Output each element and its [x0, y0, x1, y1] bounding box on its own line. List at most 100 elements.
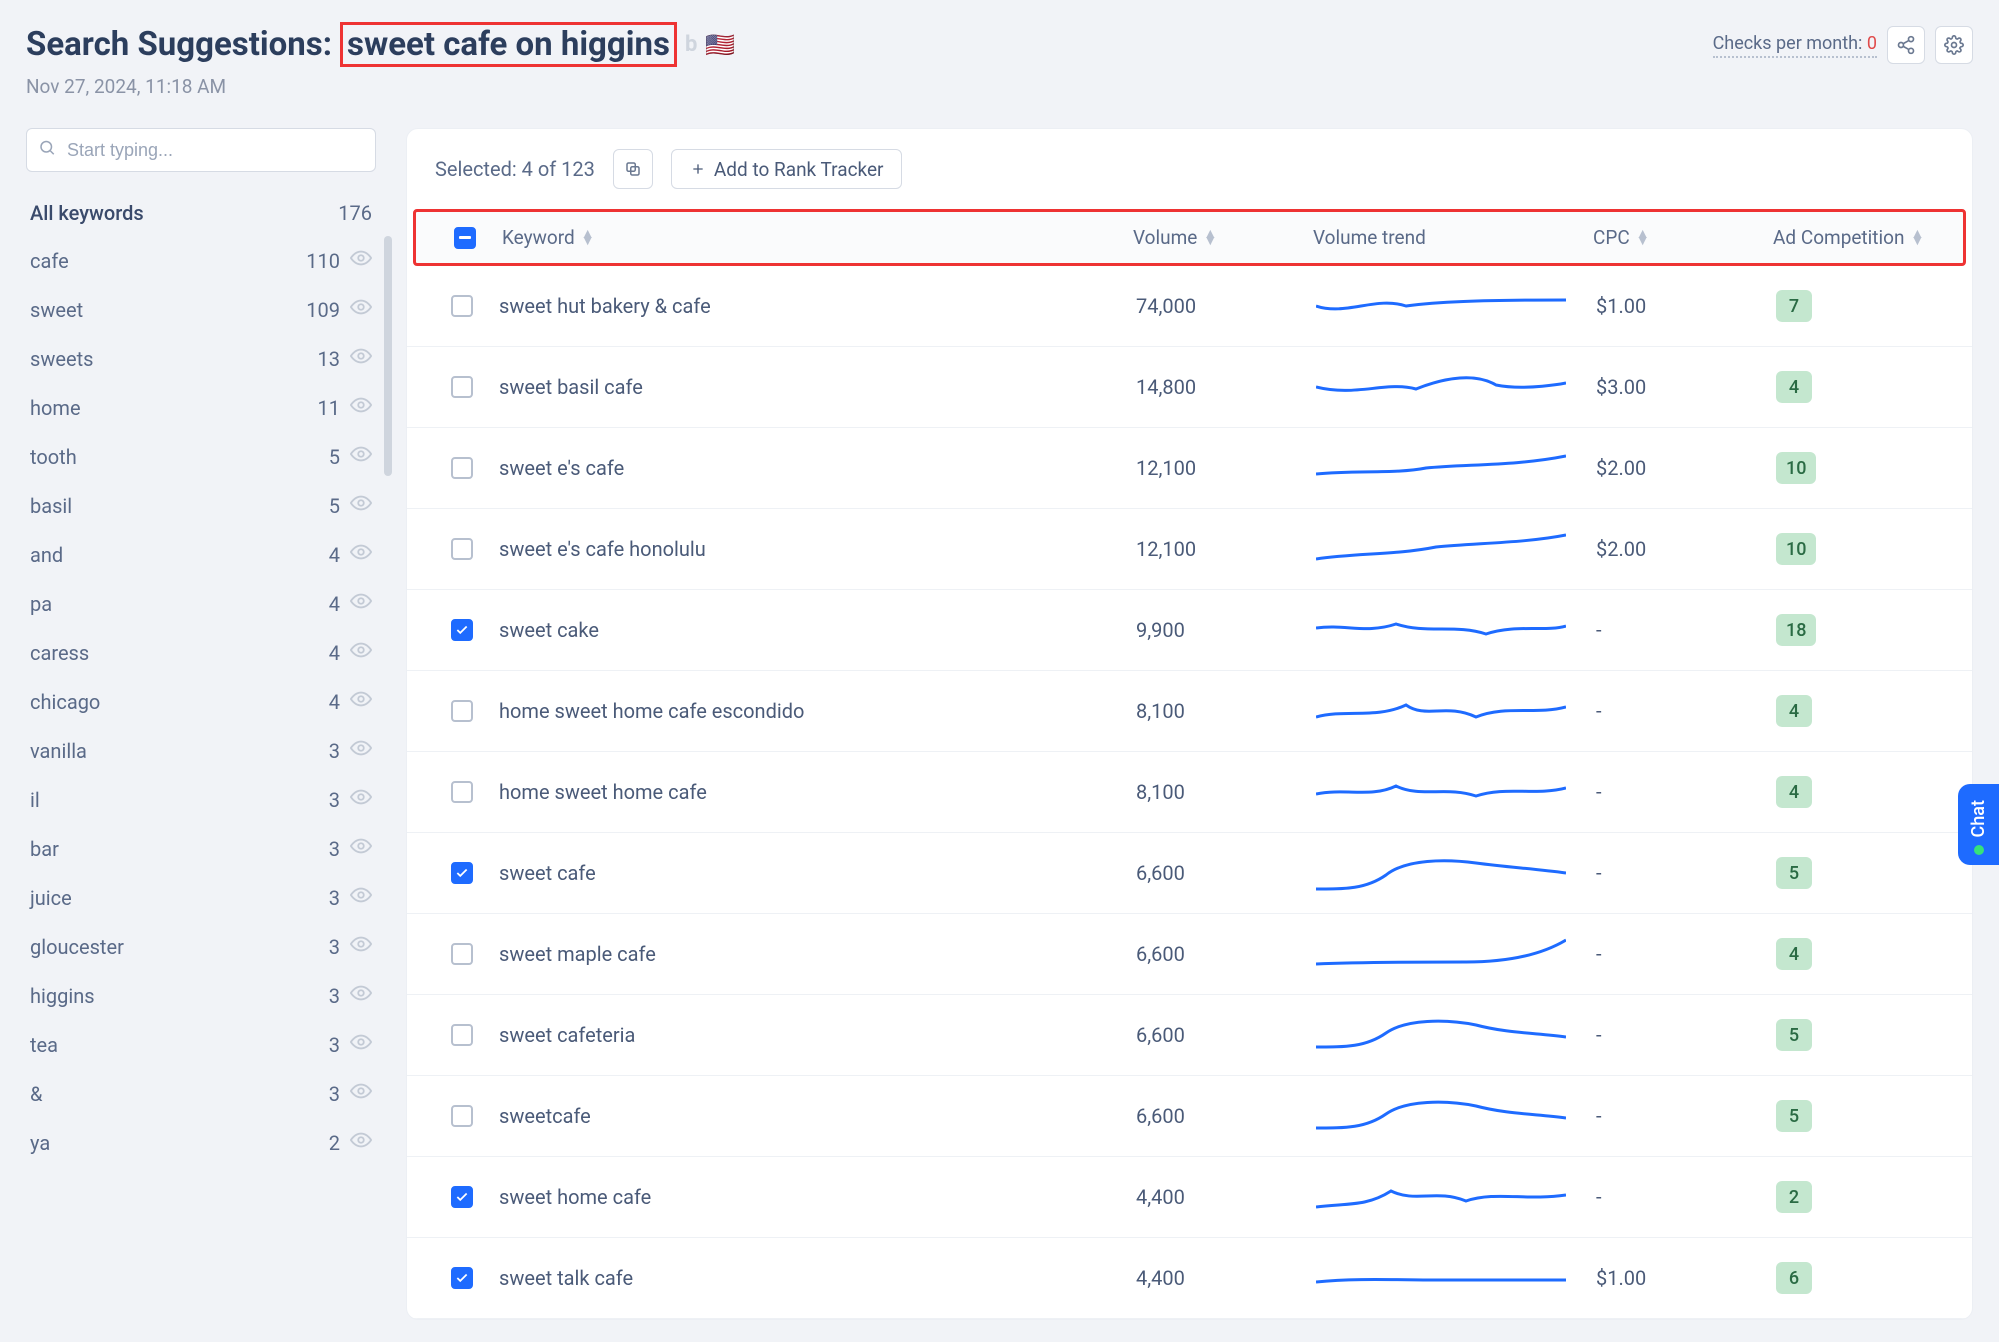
eye-icon[interactable]	[350, 737, 372, 764]
th-ad-competition[interactable]: Ad Competition	[1773, 226, 1904, 249]
filter-count: 13	[310, 347, 340, 371]
page-title-prefix: Search Suggestions:	[26, 25, 332, 64]
select-all-checkbox[interactable]	[454, 227, 476, 249]
chat-button[interactable]: Chat	[1958, 784, 1999, 865]
th-cpc[interactable]: CPC	[1593, 226, 1630, 249]
table-row: sweet cake9,900-18	[407, 590, 1972, 671]
eye-icon[interactable]	[350, 394, 372, 421]
cell-keyword[interactable]: home sweet home cafe escondido	[491, 699, 1136, 723]
row-checkbox[interactable]	[451, 1024, 473, 1046]
settings-button[interactable]	[1935, 26, 1973, 64]
cell-keyword[interactable]: sweet talk cafe	[491, 1266, 1136, 1290]
sidebar-filter-item[interactable]: juice3	[26, 873, 376, 922]
sidebar-filter-item[interactable]: pa4	[26, 579, 376, 628]
cell-volume: 4,400	[1136, 1266, 1316, 1290]
sidebar-filter-item[interactable]: worcester2	[26, 1167, 376, 1170]
table-row: sweet talk cafe4,400$1.006	[407, 1238, 1972, 1319]
row-checkbox[interactable]	[451, 862, 473, 884]
cell-keyword[interactable]: sweet cafe	[491, 861, 1136, 885]
sidebar-filter-item[interactable]: &3	[26, 1069, 376, 1118]
sidebar-filter-item[interactable]: il3	[26, 775, 376, 824]
add-to-rank-tracker-button[interactable]: Add to Rank Tracker	[671, 149, 903, 189]
cell-volume: 6,600	[1136, 1104, 1316, 1128]
sidebar-filter-item[interactable]: chicago4	[26, 677, 376, 726]
eye-icon[interactable]	[350, 884, 372, 911]
eye-icon[interactable]	[350, 590, 372, 617]
row-checkbox[interactable]	[451, 295, 473, 317]
eye-icon[interactable]	[350, 345, 372, 372]
sidebar-filter-item[interactable]: sweets13	[26, 334, 376, 383]
cell-keyword[interactable]: sweet home cafe	[491, 1185, 1136, 1209]
cell-ad-competition: 6	[1776, 1262, 1946, 1294]
eye-icon[interactable]	[350, 786, 372, 813]
cell-keyword[interactable]: sweet basil cafe	[491, 375, 1136, 399]
row-checkbox[interactable]	[451, 538, 473, 560]
cell-trend	[1316, 367, 1596, 407]
filter-count: 3	[310, 935, 340, 959]
row-checkbox[interactable]	[451, 781, 473, 803]
th-volume[interactable]: Volume	[1133, 226, 1197, 249]
table-row: sweet cafeteria6,600-5	[407, 995, 1972, 1076]
row-checkbox[interactable]	[451, 1105, 473, 1127]
filter-count: 4	[310, 690, 340, 714]
copy-button[interactable]	[613, 149, 653, 189]
eye-icon[interactable]	[350, 933, 372, 960]
th-trend[interactable]: Volume trend	[1313, 226, 1426, 249]
row-checkbox[interactable]	[451, 1267, 473, 1289]
share-button[interactable]	[1887, 26, 1925, 64]
sidebar-filter-item[interactable]: gloucester3	[26, 922, 376, 971]
cell-keyword[interactable]: sweet e's cafe	[491, 456, 1136, 480]
sidebar-all-keywords[interactable]: All keywords 176	[26, 190, 376, 236]
sidebar-filter-item[interactable]: tea3	[26, 1020, 376, 1069]
sidebar-filter-item[interactable]: caress4	[26, 628, 376, 677]
row-checkbox[interactable]	[451, 376, 473, 398]
filter-name: basil	[30, 494, 72, 518]
cell-keyword[interactable]: sweet cafeteria	[491, 1023, 1136, 1047]
sidebar-scrollbar[interactable]	[384, 236, 392, 476]
sidebar-filter-item[interactable]: ya2	[26, 1118, 376, 1167]
eye-icon[interactable]	[350, 639, 372, 666]
cell-keyword[interactable]: sweet e's cafe honolulu	[491, 537, 1136, 561]
eye-icon[interactable]	[350, 492, 372, 519]
sidebar-filter-item[interactable]: basil5	[26, 481, 376, 530]
eye-icon[interactable]	[350, 541, 372, 568]
eye-icon[interactable]	[350, 247, 372, 274]
sidebar-filter-item[interactable]: cafe110	[26, 236, 376, 285]
cell-ad-competition: 5	[1776, 857, 1946, 889]
sidebar-search-input[interactable]	[26, 128, 376, 172]
th-keyword[interactable]: Keyword	[502, 226, 575, 249]
sidebar-filter-item[interactable]: vanilla3	[26, 726, 376, 775]
sidebar-filter-item[interactable]: bar3	[26, 824, 376, 873]
row-checkbox[interactable]	[451, 700, 473, 722]
cell-trend	[1316, 934, 1596, 974]
sidebar-filter-item[interactable]: home11	[26, 383, 376, 432]
sidebar-filter-item[interactable]: sweet109	[26, 285, 376, 334]
filter-count: 2	[310, 1131, 340, 1155]
cell-trend	[1316, 1096, 1596, 1136]
table-row: home sweet home cafe escondido8,100-4	[407, 671, 1972, 752]
row-checkbox[interactable]	[451, 943, 473, 965]
cell-keyword[interactable]: home sweet home cafe	[491, 780, 1136, 804]
sidebar-filter-item[interactable]: higgins3	[26, 971, 376, 1020]
eye-icon[interactable]	[350, 443, 372, 470]
cell-keyword[interactable]: sweet hut bakery & cafe	[491, 294, 1136, 318]
cell-volume: 9,900	[1136, 618, 1316, 642]
sidebar-filter-item[interactable]: and4	[26, 530, 376, 579]
cell-ad-competition: 10	[1776, 452, 1946, 484]
eye-icon[interactable]	[350, 1080, 372, 1107]
eye-icon[interactable]	[350, 296, 372, 323]
sidebar-filter-item[interactable]: tooth5	[26, 432, 376, 481]
eye-icon[interactable]	[350, 835, 372, 862]
cell-keyword[interactable]: sweetcafe	[491, 1104, 1136, 1128]
checks-per-month[interactable]: Checks per month: 0	[1713, 33, 1877, 58]
eye-icon[interactable]	[350, 982, 372, 1009]
competition-badge: 5	[1776, 857, 1812, 889]
row-checkbox[interactable]	[451, 619, 473, 641]
cell-keyword[interactable]: sweet maple cafe	[491, 942, 1136, 966]
eye-icon[interactable]	[350, 1129, 372, 1156]
row-checkbox[interactable]	[451, 457, 473, 479]
cell-keyword[interactable]: sweet cake	[491, 618, 1136, 642]
eye-icon[interactable]	[350, 688, 372, 715]
eye-icon[interactable]	[350, 1031, 372, 1058]
row-checkbox[interactable]	[451, 1186, 473, 1208]
